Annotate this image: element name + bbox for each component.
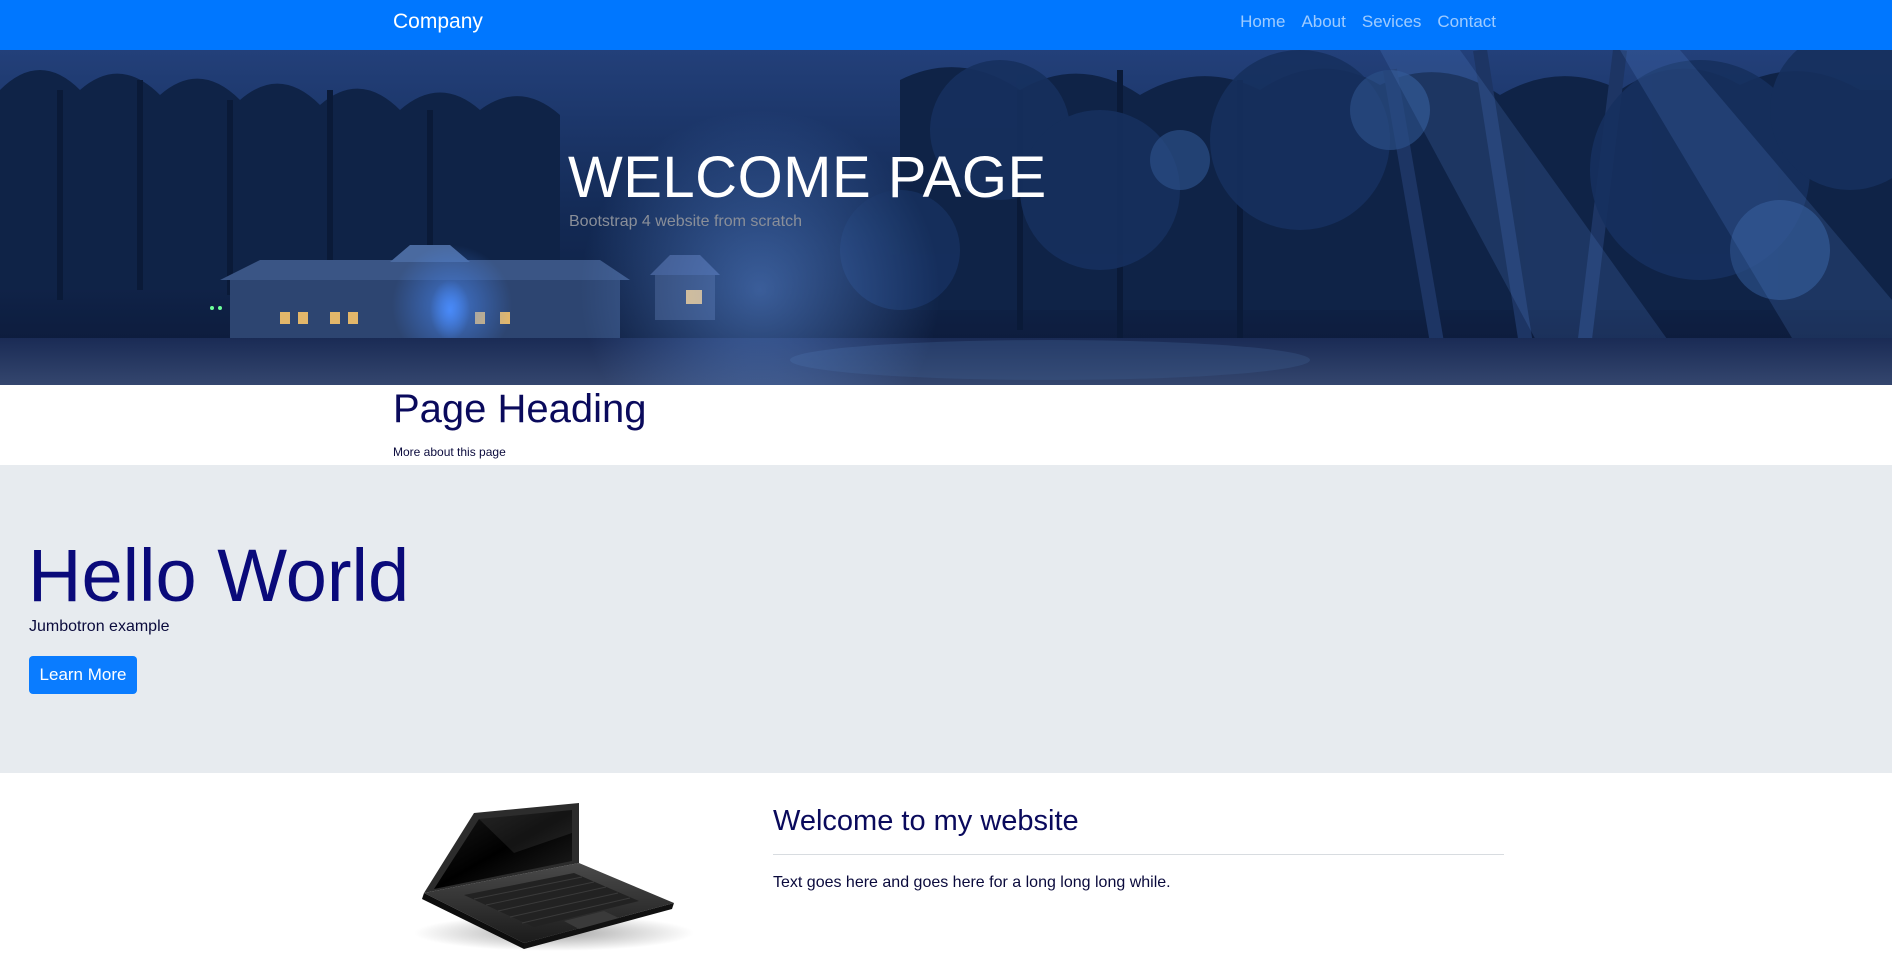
welcome-divider	[773, 854, 1504, 855]
nav-menu: Home About Sevices Contact	[1240, 12, 1496, 32]
page-heading-title: Page Heading	[393, 387, 647, 431]
nav-link-services[interactable]: Sevices	[1362, 12, 1422, 31]
hero-title: WELCOME PAGE	[568, 145, 1047, 210]
learn-more-button[interactable]: Learn More	[29, 656, 137, 694]
nav-link-home[interactable]: Home	[1240, 12, 1285, 31]
welcome-title: Welcome to my website	[773, 805, 1079, 837]
nav-item-contact: Contact	[1437, 12, 1496, 32]
hero-background-image	[0, 50, 1892, 385]
hero-section: WELCOME PAGE Bootstrap 4 website from sc…	[0, 50, 1892, 385]
nav-item-services: Sevices	[1362, 12, 1422, 32]
jumbotron: Hello World Jumbotron example Learn More	[0, 465, 1892, 773]
jumbotron-title: Hello World	[28, 534, 410, 617]
nav-item-about: About	[1301, 12, 1345, 32]
jumbotron-lead: Jumbotron example	[29, 618, 170, 635]
nav-link-about[interactable]: About	[1301, 12, 1345, 31]
page-heading-subtitle: More about this page	[393, 445, 506, 459]
nav-link-contact[interactable]: Contact	[1437, 12, 1496, 31]
laptop-image	[414, 803, 694, 951]
brand-link[interactable]: Company	[393, 10, 483, 34]
hero-subtitle: Bootstrap 4 website from scratch	[569, 213, 802, 230]
navbar: Company Home About Sevices Contact	[0, 0, 1892, 50]
page-heading-section: Page Heading More about this page	[0, 385, 1892, 465]
welcome-text: Text goes here and goes here for a long …	[773, 874, 1171, 891]
welcome-section: Welcome to my website Text goes here and…	[0, 773, 1892, 956]
nav-item-home: Home	[1240, 12, 1285, 32]
